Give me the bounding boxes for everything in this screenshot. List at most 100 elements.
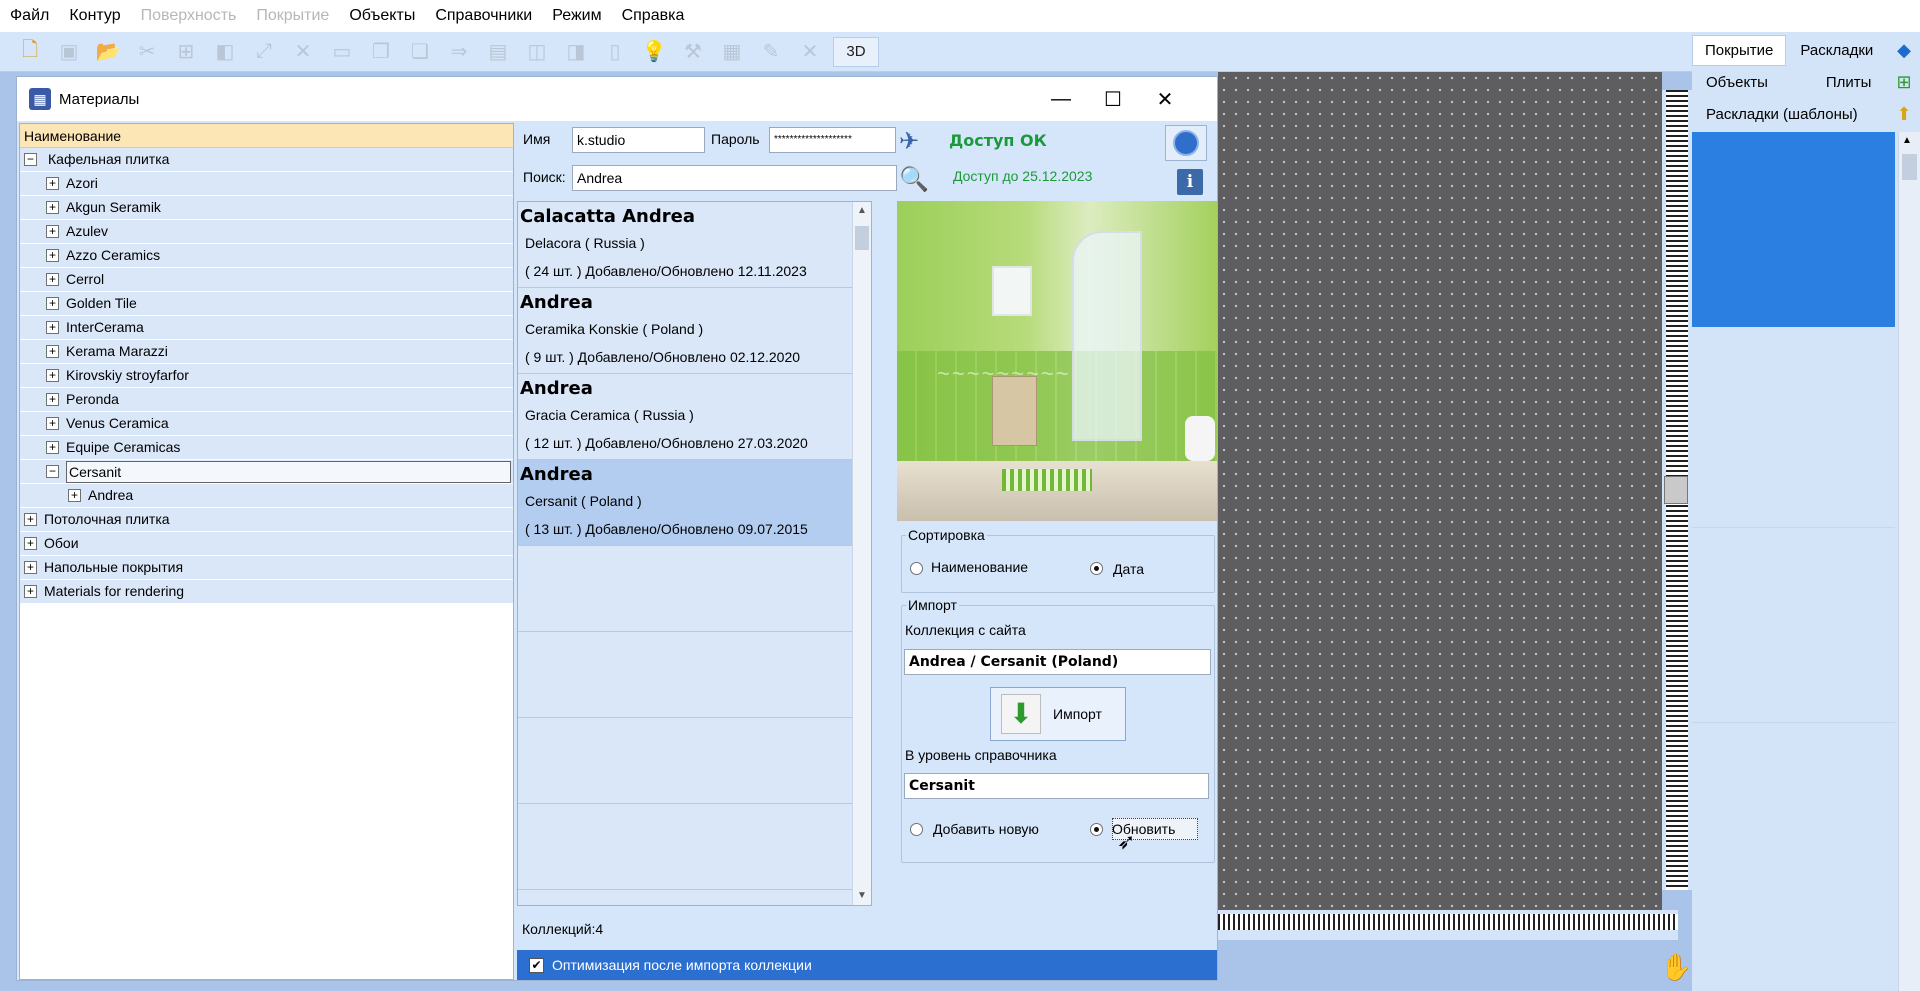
tree-item[interactable]: + Azulev (20, 220, 513, 244)
tab-layouts[interactable]: Раскладки (1786, 42, 1887, 59)
ruler-marker[interactable] (1664, 476, 1688, 504)
update-radio[interactable] (1090, 823, 1103, 836)
site-collection-field[interactable]: Andrea / Cersanit (Poland) (904, 649, 1211, 675)
password-field[interactable]: ******************** (769, 127, 896, 153)
hand-icon[interactable]: ✋ (1660, 952, 1692, 983)
scroll-thumb[interactable] (855, 226, 869, 250)
tree-item[interactable]: + Потолочная плитка (20, 508, 513, 532)
cut-icon[interactable]: ✂ (131, 37, 163, 67)
tree-item[interactable]: + Cerrol (20, 268, 513, 292)
expand-icon[interactable]: + (46, 177, 59, 190)
delete-icon[interactable]: ✕ (287, 37, 319, 67)
expand-icon[interactable]: + (46, 273, 59, 286)
menu-file[interactable]: Файл (10, 7, 49, 25)
expand-icon[interactable]: + (46, 393, 59, 406)
tree-item[interactable]: + Напольные покрытия (20, 556, 513, 580)
expand-icon[interactable]: + (46, 369, 59, 382)
open-folder-icon[interactable]: 📂 (92, 37, 124, 67)
sort-by-name-label[interactable]: Наименование (931, 559, 1028, 575)
connect-button[interactable] (1165, 125, 1207, 161)
expand-icon[interactable]: + (46, 225, 59, 238)
tab-objects[interactable]: Объекты (1692, 74, 1782, 91)
expand-icon[interactable]: + (24, 561, 37, 574)
tree-item[interactable]: + Golden Tile (20, 292, 513, 316)
tree-add-icon[interactable]: ⊞ (1892, 70, 1916, 94)
collection-item[interactable]: Andrea Cersanit ( Poland ) ( 13 шт. ) Доба… (518, 460, 853, 546)
expand-icon[interactable]: + (46, 249, 59, 262)
tab-templates[interactable]: Раскладки (шаблоны) (1692, 106, 1872, 123)
scroll-up-icon[interactable]: ▲ (1902, 135, 1912, 146)
sort-by-date-label[interactable]: Дата (1113, 561, 1144, 577)
collection-item[interactable]: Andrea Ceramika Konskie ( Poland ) ( 9 шт.… (518, 288, 853, 374)
tree-item[interactable]: + Azori (20, 172, 513, 196)
folder-icon[interactable]: ▭ (326, 37, 358, 67)
menu-objects[interactable]: Объекты (349, 7, 415, 25)
list-scrollbar[interactable]: ▲ ▼ (852, 202, 871, 905)
sort-by-name-radio[interactable] (910, 562, 923, 575)
tree-item[interactable]: − Cersanit (20, 460, 513, 484)
tree-item[interactable]: + Akgun Seramik (20, 196, 513, 220)
tree-item[interactable]: + Kirovskiy stroyfarfor (20, 364, 513, 388)
collection-item[interactable]: Calacatta Andrea Delacora ( Russia ) ( 24 … (518, 202, 853, 288)
add-new-radio[interactable] (910, 823, 923, 836)
tree-item[interactable]: + Equipe Ceramicas (20, 436, 513, 460)
tree-item[interactable]: + Materials for rendering (20, 580, 513, 604)
maximize-icon[interactable]: ☐ (1087, 77, 1139, 121)
collapse-icon[interactable]: − (24, 153, 37, 166)
save-icon[interactable]: ▣ (53, 37, 85, 67)
scroll-down-icon[interactable]: ▼ (853, 887, 871, 905)
expand-icon[interactable]: + (68, 489, 81, 502)
search-input[interactable]: Andrea (572, 165, 897, 191)
add-new-label[interactable]: Добавить новую (933, 821, 1039, 837)
tree-item[interactable]: − Кафельная плитка (20, 148, 513, 172)
name-field[interactable]: k.studio (572, 127, 705, 153)
menu-help[interactable]: Справка (622, 7, 685, 25)
search-icon[interactable]: 🔍 (899, 165, 929, 194)
tree-item[interactable]: + Andrea (20, 484, 513, 508)
level-field[interactable]: Cersanit (904, 773, 1209, 799)
sort-by-date-radio[interactable] (1090, 562, 1103, 575)
menu-references[interactable]: Справочники (435, 7, 532, 25)
tree-item[interactable]: + Venus Ceramica (20, 412, 513, 436)
tree-item[interactable]: + Обои (20, 532, 513, 556)
move-icon[interactable]: ⤢ (248, 37, 280, 67)
expand-icon[interactable]: + (24, 513, 37, 526)
tile-pair-icon[interactable]: ◨ (560, 37, 592, 67)
page-icon[interactable]: ▯ (599, 37, 631, 67)
expand-icon[interactable]: + (46, 345, 59, 358)
expand-icon[interactable]: + (46, 417, 59, 430)
paste-icon[interactable]: ❏ (404, 37, 436, 67)
expand-icon[interactable]: + (46, 321, 59, 334)
expand-icon[interactable]: + (24, 585, 37, 598)
tree-item[interactable]: + Kerama Marazzi (20, 340, 513, 364)
layer-icon[interactable]: ◧ (209, 37, 241, 67)
tools-icon[interactable]: ⚒ (677, 37, 709, 67)
menu-contour[interactable]: Контур (69, 7, 120, 25)
selected-template-area[interactable] (1692, 132, 1895, 327)
menu-mode[interactable]: Режим (552, 7, 601, 25)
collection-item[interactable]: Andrea Gracia Ceramica ( Russia ) ( 12 шт.… (518, 374, 853, 460)
expand-icon[interactable]: + (24, 537, 37, 550)
copy-icon[interactable]: ❐ (365, 37, 397, 67)
light-icon[interactable]: 💡 (638, 37, 670, 67)
view-3d-button[interactable]: 3D (833, 36, 879, 67)
cube-icon[interactable]: ◆ (1892, 38, 1916, 62)
scroll-thumb[interactable] (1902, 154, 1917, 180)
menu-surface[interactable]: Поверхность (141, 7, 237, 25)
collapse-icon[interactable]: − (46, 465, 59, 478)
tree-item[interactable]: + InterCerama (20, 316, 513, 340)
stack-icon[interactable]: ▤ (482, 37, 514, 67)
horizontal-ruler[interactable] (1218, 910, 1678, 940)
import-button[interactable]: ⬇ Импорт (990, 687, 1126, 741)
tile-icon[interactable]: ◫ (521, 37, 553, 67)
drawing-canvas[interactable] (1218, 72, 1662, 910)
scroll-up-icon[interactable]: ▲ (853, 202, 871, 220)
info-icon[interactable]: i (1177, 169, 1203, 195)
tree-item[interactable]: + Peronda (20, 388, 513, 412)
pencil-icon[interactable]: ✎ (755, 37, 787, 67)
expand-icon[interactable]: + (46, 297, 59, 310)
tree-item[interactable]: + Azzo Ceramics (20, 244, 513, 268)
menu-coverage[interactable]: Покрытие (256, 7, 329, 25)
close-dialog-icon[interactable]: ✕ (1139, 77, 1191, 121)
optimize-checkbox[interactable]: ✔ (529, 957, 544, 973)
